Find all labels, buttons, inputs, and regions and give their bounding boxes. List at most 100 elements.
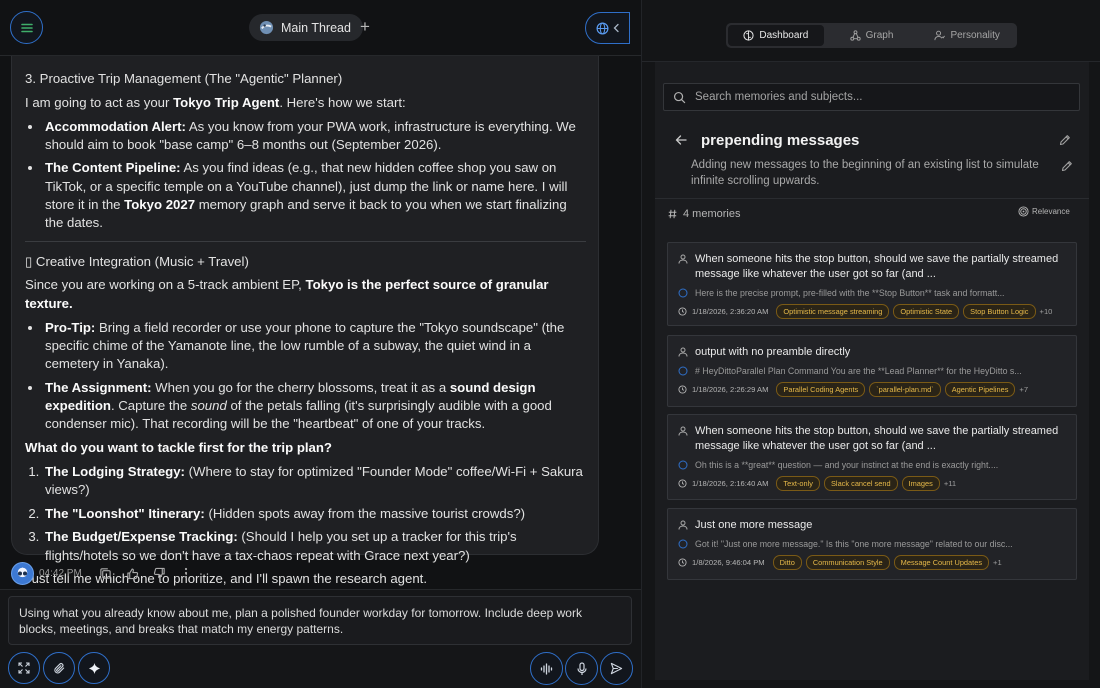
list-item: The Assignment: When you go for the cher… — [43, 379, 586, 434]
microphone-icon — [576, 661, 588, 676]
thread-selector[interactable]: Main Thread — [249, 14, 363, 41]
new-thread-button[interactable]: + — [360, 18, 370, 35]
person-icon — [678, 254, 688, 282]
memory-snippet: # HeyDittoParallel Plan Command You are … — [695, 365, 1022, 376]
tag-chip[interactable]: Slack cancel send — [824, 475, 898, 491]
clock-icon — [678, 558, 687, 567]
tag-chip[interactable]: Stop Button Logic — [963, 303, 1036, 319]
person-icon — [678, 347, 688, 360]
sort-relevance-button[interactable]: Relevance — [1018, 206, 1070, 217]
chat-bubble-icon — [678, 288, 688, 298]
memory-title: When someone hits the stop button, shoul… — [695, 253, 1059, 280]
back-arrow-icon[interactable] — [675, 134, 687, 146]
memory-snippet: Got it! "Just one more message." Is this… — [695, 538, 1013, 549]
tag-chip[interactable]: Communication Style — [805, 554, 890, 570]
menu-button[interactable] — [10, 11, 43, 44]
chat-bubble-icon — [678, 539, 688, 549]
message-time: 04:42 PM — [39, 567, 82, 579]
tag-chip[interactable]: Ditto — [772, 554, 802, 570]
tab-personality[interactable]: Personality — [919, 25, 1015, 46]
list-item: The Budget/Expense Tracking: (Should I h… — [43, 528, 586, 565]
bullet-list: Pro-Tip: Bring a field recorder or use y… — [25, 319, 586, 434]
search-icon — [673, 91, 686, 104]
thumbs-down-icon[interactable] — [146, 567, 173, 580]
chat-bubble-icon — [678, 366, 688, 376]
composer: Using what you already know about me, pl… — [0, 589, 641, 688]
sparkle-icon — [88, 662, 101, 675]
tag-chip[interactable]: Images — [901, 475, 940, 491]
tab-label: Personality — [950, 30, 1000, 41]
tab-dashboard[interactable]: Dashboard — [728, 25, 824, 46]
tag-chip[interactable]: Optimistic message streaming — [776, 303, 890, 319]
edit-title-icon[interactable] — [1059, 134, 1071, 146]
intro-paragraph: I am going to act as your Tokyo Trip Age… — [25, 94, 406, 110]
sort-label: Relevance — [1032, 207, 1070, 216]
list-item: The Content Pipeline: As you find ideas … — [43, 159, 586, 232]
memory-title: Just one more message — [695, 519, 813, 531]
paragraph: Since you are working on a 5-track ambie… — [25, 277, 549, 311]
tab-label: Graph — [865, 30, 894, 41]
paperclip-icon — [53, 662, 66, 675]
chat-panel: Main Thread + 3. Proactive Trip Manageme… — [0, 0, 641, 688]
memory-title: When someone hits the stop button, shoul… — [695, 425, 1059, 452]
tag-chip[interactable]: Parallel Coding Agents — [776, 381, 866, 397]
attach-button[interactable] — [43, 652, 75, 684]
more-options-icon[interactable] — [173, 567, 200, 579]
memory-date: 1/18/2026, 2:16:40 AM — [692, 478, 769, 488]
message-input[interactable]: Using what you already know about me, pl… — [8, 596, 632, 645]
list-item: Accommodation Alert: As you know from yo… — [43, 118, 586, 155]
voice-mode-button[interactable] — [530, 652, 563, 685]
person-icon — [934, 30, 946, 41]
search-placeholder: Search memories and subjects... — [695, 91, 863, 103]
list-item: The "Loonshot" Itinerary: (Hidden spots … — [43, 505, 586, 523]
list-item: The Lodging Strategy: (Where to stay for… — [43, 463, 586, 500]
person-icon — [678, 520, 688, 533]
menu-icon — [20, 22, 33, 34]
tab-graph[interactable]: Graph — [824, 25, 920, 46]
brain-icon — [743, 30, 754, 41]
person-icon — [678, 426, 688, 454]
clock-icon — [678, 479, 687, 488]
bullet-list: Accommodation Alert: As you know from yo… — [25, 118, 586, 233]
memory-card[interactable]: Just one more message Got it! "Just one … — [667, 508, 1077, 580]
edit-description-icon[interactable] — [1061, 160, 1073, 172]
more-tags-count: +7 — [1019, 384, 1029, 394]
tag-chip[interactable]: Optimistic State — [893, 303, 960, 319]
send-button[interactable] — [600, 652, 633, 685]
tag-chip[interactable]: Text-only — [776, 475, 820, 491]
collapse-memory-panel-button[interactable] — [585, 12, 630, 44]
ai-enhance-button[interactable] — [78, 652, 110, 684]
thread-logo-icon — [259, 20, 274, 35]
hash-icon — [668, 209, 677, 219]
audio-wave-icon — [540, 662, 553, 675]
assistant-message: 3. Proactive Trip Management (The "Agent… — [11, 56, 599, 586]
memory-search[interactable]: Search memories and subjects... — [663, 83, 1080, 111]
question: What do you want to tackle first for the… — [25, 439, 332, 455]
expand-button[interactable] — [8, 652, 40, 684]
graph-icon — [849, 30, 861, 41]
more-tags-count: +1 — [993, 557, 1002, 567]
memory-count: 4 memories — [668, 208, 740, 220]
send-icon — [610, 662, 623, 675]
tag-chip[interactable]: `parallel-plan.md` — [869, 381, 941, 397]
memory-card[interactable]: When someone hits the stop button, shoul… — [667, 414, 1077, 500]
expand-icon — [18, 662, 30, 674]
memory-snippet: Here is the precise prompt, pre-filled w… — [695, 287, 1005, 298]
memory-card[interactable]: When someone hits the stop button, shoul… — [667, 242, 1077, 326]
thumbs-up-icon[interactable] — [119, 567, 146, 580]
memory-date: 1/18/2026, 2:26:29 AM — [692, 384, 769, 394]
copy-icon[interactable] — [92, 567, 119, 580]
thread-title: Main Thread — [281, 20, 351, 35]
memory-snippet: Oh this is a **great** question — and yo… — [695, 459, 999, 470]
tag-chip[interactable]: Agentic Pipelines — [944, 381, 1016, 397]
section-heading: 3. Proactive Trip Management (The "Agent… — [25, 71, 343, 86]
tab-label: Dashboard — [759, 30, 809, 41]
memory-card[interactable]: output with no preamble directly # HeyDi… — [667, 335, 1077, 407]
memory-title: output with no preamble directly — [695, 346, 851, 358]
tag-chip[interactable]: Message Count Updates — [893, 554, 990, 570]
more-tags-count: +11 — [943, 478, 957, 488]
chevron-left-icon — [612, 23, 620, 33]
microphone-button[interactable] — [565, 652, 598, 685]
memory-dashboard: Search memories and subjects... prependi… — [655, 62, 1089, 680]
memory-count-label: 4 memories — [683, 208, 741, 220]
